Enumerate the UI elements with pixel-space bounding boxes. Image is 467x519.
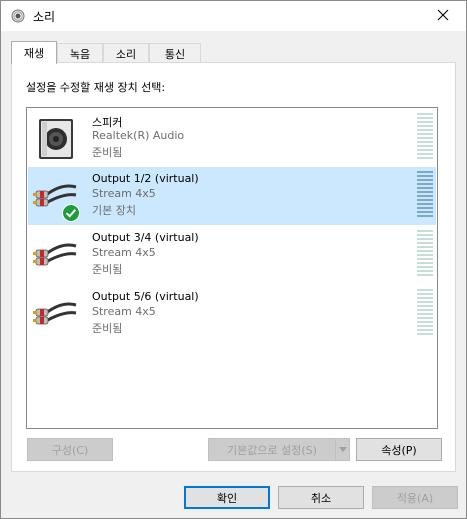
volume-meter [417,113,433,159]
device-status: 준비됨 [92,146,123,159]
tab-recording[interactable]: 녹음 [57,43,103,63]
properties-button[interactable]: 속성(P) [356,438,442,461]
volume-meter [417,289,433,335]
rca-cable-icon [32,232,78,278]
device-item-speaker[interactable]: 스피커 Realtek(R) Audio 준비됨 [28,109,436,167]
device-status: 준비됨 [92,263,123,276]
device-detail: Realtek(R) Audio [92,129,185,142]
device-list[interactable]: 스피커 Realtek(R) Audio 준비됨 Output 1/2 (vir… [26,107,438,429]
device-name: Output 3/4 (virtual) [92,231,199,244]
device-status: 기본 장치 [92,204,136,217]
device-item-output-1-2[interactable]: Output 1/2 (virtual) Stream 4x5 기본 장치 [28,167,436,225]
device-detail: Stream 4x5 [92,187,156,200]
tab-playback[interactable]: 재생 [11,41,57,64]
volume-meter [417,230,433,276]
close-icon [437,9,449,24]
rca-cable-icon [32,291,78,337]
device-name: 스피커 [92,116,123,129]
set-default-button[interactable]: 기본값으로 설정(S) [208,438,350,461]
tab-communications[interactable]: 통신 [149,43,201,63]
device-name: Output 1/2 (virtual) [92,172,199,185]
cancel-button[interactable]: 취소 [278,486,364,509]
playback-panel: 설정을 수정할 재생 장치 선택: 스피커 Realtek(R) Audio 준… [11,62,456,472]
device-detail: Stream 4x5 [92,246,156,259]
title-bar[interactable]: 소리 [1,1,466,31]
chevron-down-icon[interactable] [335,439,349,460]
configure-button[interactable]: 구성(C) [27,438,113,461]
panel-caption: 설정을 수정할 재생 장치 선택: [26,81,166,94]
speaker-icon [11,9,25,23]
sound-dialog: 소리 재생 녹음 소리 통신 설정을 수정할 재생 장치 선택: 스피커 Rea… [0,0,467,519]
device-status: 준비됨 [92,322,123,335]
window-title: 소리 [33,10,56,24]
tab-sounds[interactable]: 소리 [103,43,149,63]
device-name: Output 5/6 (virtual) [92,290,199,303]
default-check-icon [62,204,80,222]
set-default-label: 기본값으로 설정(S) [227,443,317,457]
apply-button[interactable]: 적용(A) [372,486,458,509]
speaker-box-icon [32,115,78,161]
device-detail: Stream 4x5 [92,305,156,318]
ok-button[interactable]: 확인 [184,486,270,509]
volume-meter [417,171,433,217]
device-item-output-5-6[interactable]: Output 5/6 (virtual) Stream 4x5 준비됨 [28,285,436,343]
close-button[interactable] [420,1,466,31]
device-item-output-3-4[interactable]: Output 3/4 (virtual) Stream 4x5 준비됨 [28,226,436,284]
